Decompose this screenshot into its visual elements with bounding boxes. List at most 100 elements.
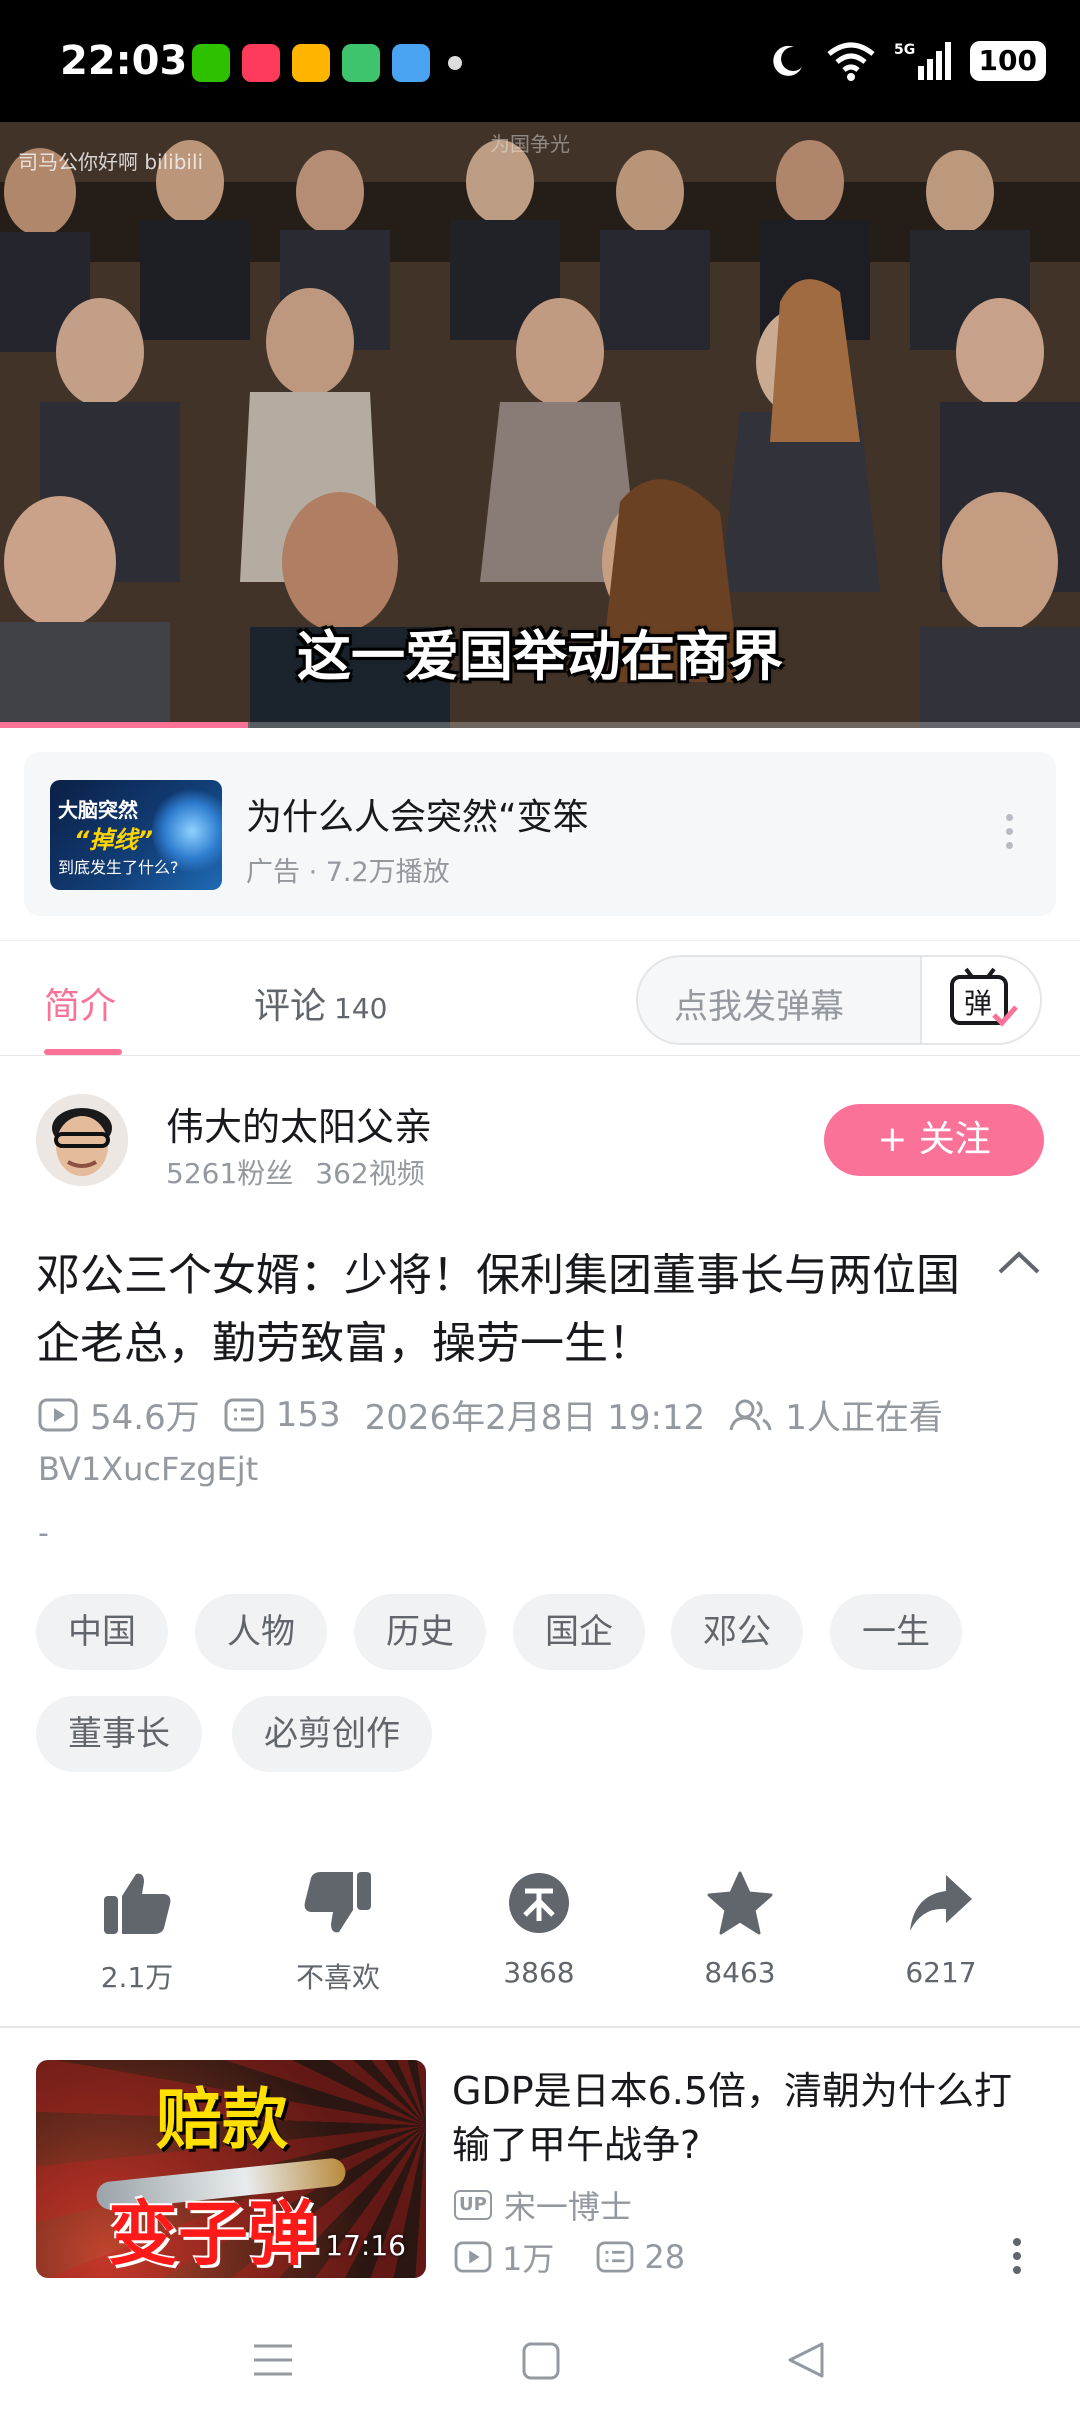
uploader-stats: 5261粉丝 362视频 [166,1152,425,1192]
thumbs-down-icon [304,1872,371,1933]
home-icon[interactable] [522,2342,560,2380]
danmaku-count: 153 [275,1394,341,1435]
share-button[interactable]: 6217 [866,1866,1016,1989]
video-meta: 54.6万 153 2026年2月8日 19:12 1人正在看 [38,1390,967,1439]
watching-icon [729,1399,772,1430]
coin-count: 3868 [503,1956,575,1989]
thumbs-up-icon [104,1873,171,1934]
ad-meta: 广告 · 7.2万播放 [246,857,450,888]
video-duration: 17:16 [325,2229,406,2262]
more-options-icon[interactable] [1013,2238,1021,2280]
wifi-icon [826,42,875,81]
thumb-text: 变子弹 [108,2193,318,2275]
recommended-uploader-name: 宋一博士 [503,2188,632,2226]
video-watermark: 司马公你好啊 bilibili [18,150,204,174]
bvid: BV1XucFzgEjt [38,1450,259,1488]
share-icon [910,1875,972,1931]
weibo-icon [292,44,330,82]
video-progress-bar[interactable] [0,722,1080,728]
ad-thumb-text: 大脑突然 [58,798,138,822]
uploader-fans: 5261粉丝 [166,1157,294,1190]
uploader-avatar[interactable] [36,1094,128,1186]
tag-chip[interactable]: 中国 [36,1594,168,1670]
video-watermark-center: 为国争光 [490,132,570,156]
moon-icon [772,45,802,76]
avatar-image [36,1094,128,1186]
dislike-button[interactable]: 不喜欢 [263,1866,413,1996]
tag-chip[interactable]: 邓公 [671,1594,803,1670]
danmaku-count-icon [597,2241,634,2273]
video-progress-fill [0,722,249,728]
danmaku-icon: 弹 [950,967,1018,1027]
status-right: 5G 100 [768,40,1046,82]
video-description: - [38,1516,49,1551]
like-count: 2.1万 [100,1961,174,1994]
danmaku-toggle-button[interactable]: 弹 [920,957,1040,1043]
ad-card[interactable]: 大脑突然 “掉线” 到底发生了什么? 为什么人会突然“变笨 广告 · 7.2万播… [24,752,1056,916]
ad-title: 为什么人会突然“变笨 [246,797,589,838]
recommended-views: 1万 [502,2240,555,2278]
svg-text:弹: 弹 [964,987,992,1020]
ad-thumb-text: “掉线” [74,826,153,854]
tab-bar: 简介 评论 140 点我发弹幕 弹 [0,940,1080,1056]
ad-thumb-text: 到底发生了什么? [58,858,179,877]
more-notifications-dot [448,56,462,70]
play-count-icon [38,1398,78,1431]
danmaku-input[interactable]: 点我发弹幕 弹 [636,955,1042,1045]
weather-icon [392,44,430,82]
status-bar: 22:03 5G 100 [0,0,1080,122]
back-icon[interactable] [786,2340,826,2380]
signal-icon: 5G [894,42,951,80]
coin-button[interactable]: 3868 [464,1866,614,1989]
section-divider [0,2026,1080,2028]
recommended-danmaku: 28 [644,2238,686,2276]
messages-icon [342,44,380,82]
tag-chip[interactable]: 历史 [354,1594,486,1670]
more-options-icon[interactable] [1006,814,1014,856]
system-nav-bar [0,2300,1080,2414]
video-subtitle: 这一爱国举动在商界 [297,625,783,688]
battery-indicator: 100 [969,41,1046,81]
tab-intro[interactable]: 简介 [44,977,116,1029]
uploader-name[interactable]: 伟大的太阳父亲 [166,1096,432,1151]
star-icon [707,1871,773,1935]
video-player[interactable]: 司马公你好啊 bilibili 为国争光 这一爱国举动在商界 [0,122,1080,728]
tag-chip[interactable]: 一生 [830,1594,962,1670]
like-button[interactable]: 2.1万 [62,1866,212,1996]
play-count-icon [454,2241,492,2273]
coin-icon [509,1873,569,1933]
dislike-label: 不喜欢 [295,1961,380,1994]
collapse-chevron-icon[interactable] [996,1248,1042,1278]
up-badge-icon: UP [454,2190,492,2220]
favorite-button[interactable]: 8463 [665,1866,815,1989]
watching-now: 1人正在看 [785,1398,943,1438]
tab-comments[interactable]: 评论 140 [254,977,387,1029]
recommended-stats: 1万 28 [454,2234,727,2280]
publish-date: 2026年2月8日 19:12 [364,1398,706,1438]
tag-chip[interactable]: 董事长 [36,1696,202,1772]
wechat-icon [192,44,230,82]
svg-text:5G: 5G [894,42,915,58]
follow-button[interactable]: + 关注 [824,1104,1044,1176]
view-count: 54.6万 [90,1398,200,1438]
recommended-thumbnail[interactable]: 赔款 变子弹 17:16 [36,2060,426,2278]
tag-chip[interactable]: 必剪创作 [232,1696,432,1772]
favorite-count: 8463 [704,1956,776,1989]
share-count: 6217 [905,1956,977,1989]
tab-comments-label: 评论 [254,986,327,1027]
tag-chip[interactable]: 人物 [195,1594,327,1670]
tag-chip[interactable]: 国企 [513,1594,645,1670]
recommended-uploader[interactable]: UP 宋一博士 [454,2182,632,2228]
notification-icons [192,44,462,82]
thumb-text: 赔款 [156,2081,288,2158]
app-notification-icon [242,44,280,82]
danmaku-placeholder: 点我发弹幕 [674,987,844,1027]
uploader-videos: 362视频 [315,1157,425,1190]
comments-count: 140 [334,992,388,1025]
ad-thumbnail: 大脑突然 “掉线” 到底发生了什么? [50,780,222,890]
recommended-title[interactable]: GDP是日本6.5倍，清朝为什么打输了甲午战争? [452,2064,1032,2172]
video-title: 邓公三个女婿：少将！保利集团董事长与两位国企老总，勤劳致富，操劳一生！ [36,1250,960,1369]
danmaku-count-icon [224,1398,264,1431]
menu-icon[interactable] [252,2342,294,2378]
status-time: 22:03 [60,38,188,84]
